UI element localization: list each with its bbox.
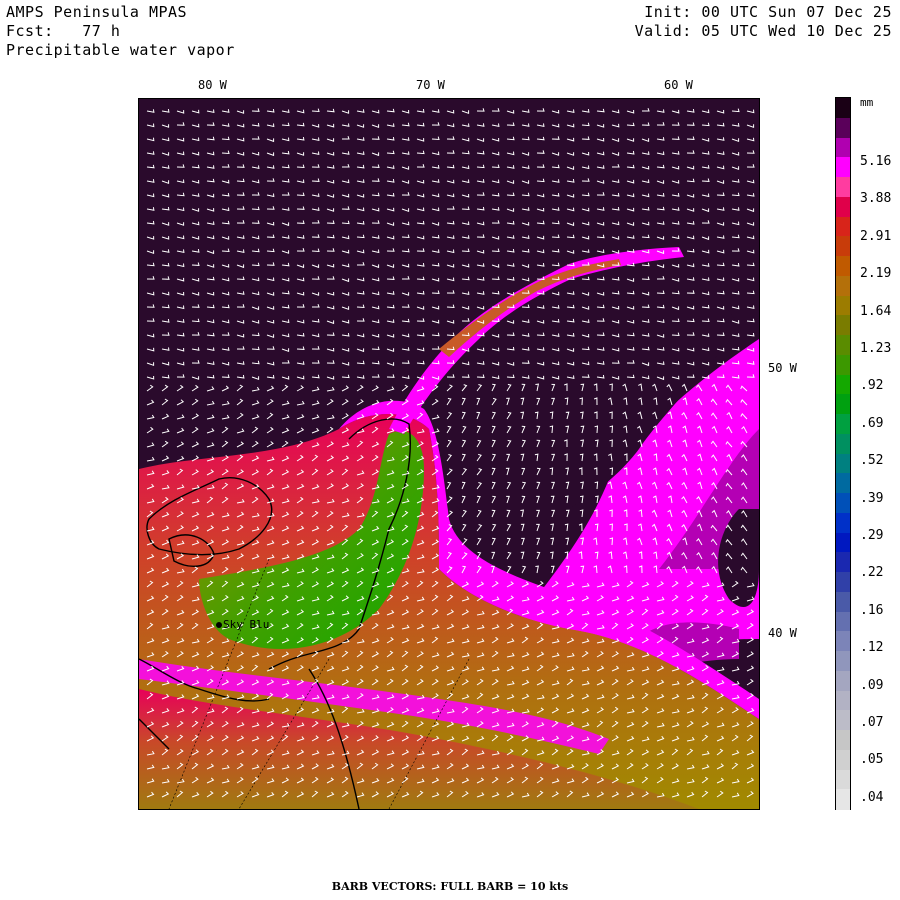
colorbar-label: .07 — [860, 715, 884, 730]
colorbar-swatch — [836, 591, 850, 612]
colorbar-swatch — [836, 611, 850, 632]
colorbar-swatch — [836, 275, 850, 296]
colorbar-swatch — [836, 453, 850, 474]
colorbar — [835, 97, 851, 810]
colorbar-swatch — [836, 177, 850, 198]
colorbar-label: .16 — [860, 602, 884, 618]
colorbar-label: .22 — [860, 565, 884, 581]
colorbar-swatch — [836, 433, 850, 454]
colorbar-label: .04 — [860, 789, 884, 805]
colorbar-swatch — [836, 552, 850, 573]
colorbar-swatch — [836, 414, 850, 435]
colorbar-label: 3.88 — [860, 191, 892, 207]
colorbar-label: 1.23 — [860, 341, 892, 356]
station-dot-icon — [216, 622, 222, 628]
colorbar-swatch — [836, 473, 850, 494]
colorbar-label: .05 — [860, 752, 884, 768]
colorbar-label: .09 — [860, 677, 884, 693]
colorbar-label: .39 — [860, 490, 884, 506]
colorbar-swatch — [836, 196, 850, 217]
colorbar-swatch — [836, 631, 850, 652]
colorbar-label: 2.91 — [860, 228, 892, 244]
lon-label-60w: 60 W — [664, 78, 693, 92]
colorbar-swatch — [836, 532, 850, 553]
map-svg — [139, 99, 759, 809]
colorbar-swatch — [836, 335, 850, 356]
colorbar-swatch — [836, 572, 850, 593]
colorbar-swatch — [836, 670, 850, 691]
model-name: AMPS Peninsula MPAS — [6, 3, 188, 21]
colorbar-swatch — [836, 256, 850, 277]
colorbar-unit: mm — [860, 96, 874, 109]
colorbar-label: .92 — [860, 378, 884, 394]
lat-label-50w: 50 W — [768, 361, 797, 375]
lon-label-80w: 80 W — [198, 78, 227, 92]
colorbar-swatch — [836, 769, 850, 790]
colorbar-label: .69 — [860, 415, 884, 431]
lon-label-70w: 70 W — [416, 78, 445, 92]
barb-legend: BARB VECTORS: FULL BARB = 10 kts — [331, 880, 569, 893]
colorbar-swatch — [836, 216, 850, 237]
forecast-hour: Fcst: 77 h — [6, 22, 121, 40]
colorbar-label: .29 — [860, 528, 884, 543]
colorbar-swatch — [836, 98, 850, 119]
colorbar-label: .12 — [860, 640, 884, 656]
colorbar-swatch — [836, 157, 850, 178]
colorbar-swatch — [836, 493, 850, 514]
colorbar-swatch — [836, 710, 850, 731]
colorbar-swatch — [836, 789, 850, 810]
map-panel — [138, 98, 760, 810]
colorbar-swatch — [836, 295, 850, 316]
colorbar-swatch — [836, 236, 850, 257]
colorbar-swatch — [836, 690, 850, 711]
colorbar-swatch — [836, 315, 850, 336]
header-right: Init: 00 UTC Sun 07 Dec 25 Valid: 05 UTC … — [635, 3, 892, 41]
init-time: Init: 00 UTC Sun 07 Dec 25 — [644, 3, 892, 21]
colorbar-swatch — [836, 394, 850, 415]
colorbar-label: 2.19 — [860, 266, 892, 282]
colorbar-swatch — [836, 374, 850, 395]
colorbar-label: 1.64 — [860, 303, 892, 319]
field-name: Precipitable water vapor — [6, 41, 235, 59]
colorbar-swatch — [836, 749, 850, 770]
colorbar-swatch — [836, 512, 850, 533]
colorbar-swatch — [836, 651, 850, 672]
colorbar-swatch — [836, 354, 850, 375]
colorbar-swatch — [836, 117, 850, 138]
header-left: AMPS Peninsula MPAS Fcst: 77 h Precipitabl… — [6, 3, 235, 60]
colorbar-swatch — [836, 730, 850, 751]
colorbar-label: .52 — [860, 453, 884, 469]
colorbar-swatch — [836, 137, 850, 158]
station-label: Sky Blu — [223, 618, 270, 631]
station-sky-blu: Sky Blu — [216, 618, 269, 631]
lat-label-40w: 40 W — [768, 626, 797, 640]
valid-time: Valid: 05 UTC Wed 10 Dec 25 — [634, 22, 892, 40]
colorbar-label: 5.16 — [860, 154, 892, 169]
